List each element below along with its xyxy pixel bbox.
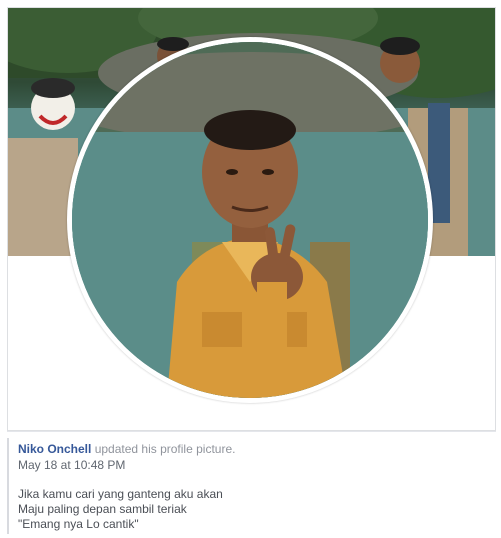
- message-line: "Emang nya Lo cantik": [18, 517, 139, 531]
- message-line: Maju paling depan sambil teriak: [18, 502, 187, 516]
- post-body: Niko Onchell updated his profile picture…: [7, 438, 496, 534]
- post-message: Jika kamu cari yang ganteng aku akan Maj…: [18, 487, 496, 532]
- post-timestamp[interactable]: May 18 at 10:48 PM: [18, 457, 496, 473]
- card-divider: [7, 431, 496, 432]
- author-name-link[interactable]: Niko Onchell: [18, 442, 91, 456]
- message-line: Jika kamu cari yang ganteng aku akan: [18, 487, 223, 501]
- profile-picture-image: [72, 42, 428, 398]
- post-headline: Niko Onchell updated his profile picture…: [18, 441, 496, 457]
- post-action-text: updated his profile picture.: [94, 442, 236, 456]
- profile-picture[interactable]: [72, 42, 428, 398]
- profile-photo-card[interactable]: [7, 7, 496, 431]
